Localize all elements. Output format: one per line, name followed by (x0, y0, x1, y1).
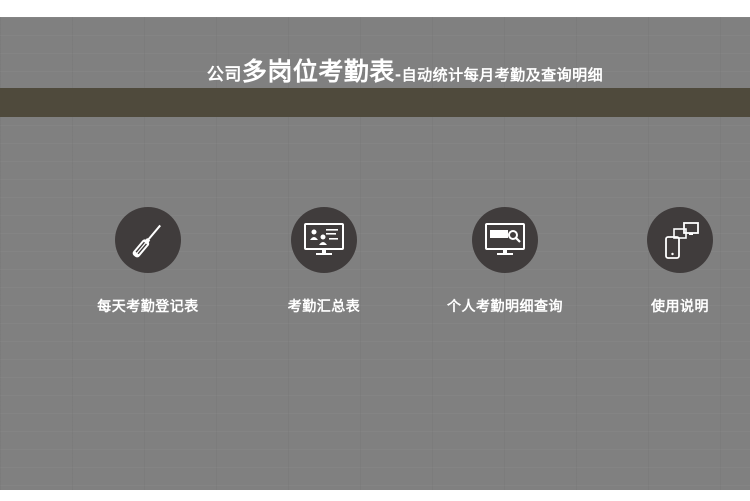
instructions-label[interactable]: 使用说明 (580, 296, 750, 316)
tile-instructions[interactable]: 使用说明 (580, 207, 750, 316)
tile-daily-register[interactable]: 每天考勤登记表 (48, 207, 248, 316)
personal-query-button[interactable] (472, 207, 538, 273)
devices-icon (665, 222, 699, 259)
monitor-users-icon (304, 223, 344, 255)
tile-personal-query[interactable]: 个人考勤明细查询 (405, 207, 605, 316)
bottom-margin (0, 490, 750, 501)
daily-register-label[interactable]: 每天考勤登记表 (48, 296, 248, 316)
title-prefix: 公司 (206, 65, 242, 85)
top-margin (0, 0, 750, 17)
personal-query-label[interactable]: 个人考勤明细查询 (405, 296, 605, 316)
title-main: 多岗位考勤表 (241, 57, 395, 86)
title-suffix: -自动统计每月考勤及查询明细 (394, 66, 604, 84)
screwdriver-icon (132, 224, 161, 258)
page-title: 公司多岗位考勤表-自动统计每月考勤及查询明细 (0, 52, 750, 88)
header-band (0, 88, 750, 117)
daily-register-button[interactable] (115, 207, 181, 273)
attendance-summary-button[interactable] (291, 207, 357, 273)
attendance-summary-label[interactable]: 考勤汇总表 (224, 296, 424, 316)
monitor-search-icon (485, 223, 525, 255)
instructions-button[interactable] (647, 207, 713, 273)
tile-attendance-summary[interactable]: 考勤汇总表 (224, 207, 424, 316)
